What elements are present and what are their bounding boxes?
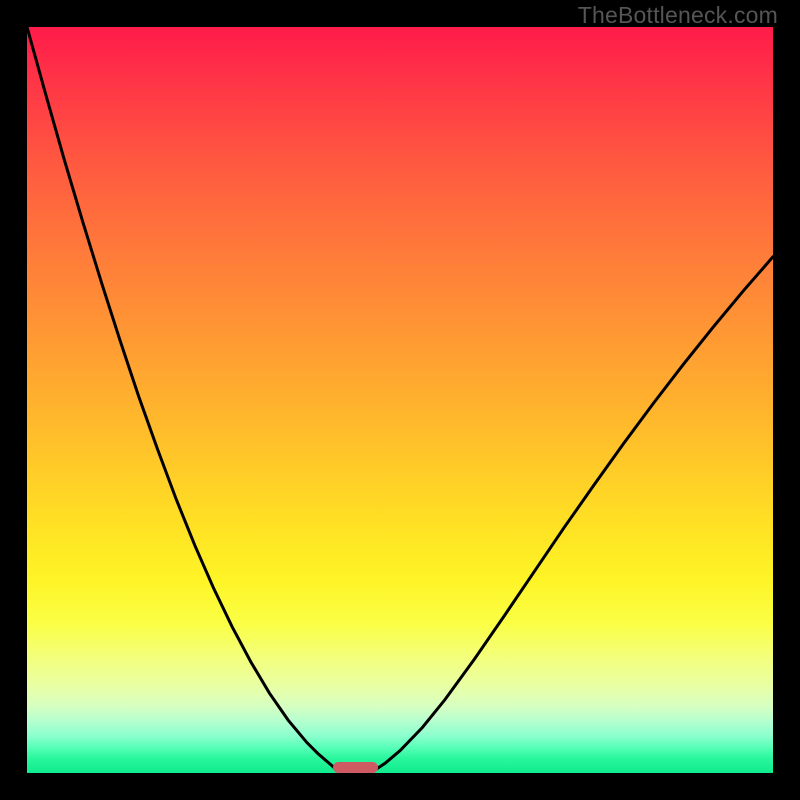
chart-frame: TheBottleneck.com: [0, 0, 800, 800]
plot-area: [27, 27, 773, 773]
bottleneck-marker: [333, 762, 378, 773]
right-curve: [370, 257, 773, 773]
watermark-text: TheBottleneck.com: [578, 2, 778, 29]
curves-svg: [27, 27, 773, 773]
left-curve: [27, 27, 340, 773]
